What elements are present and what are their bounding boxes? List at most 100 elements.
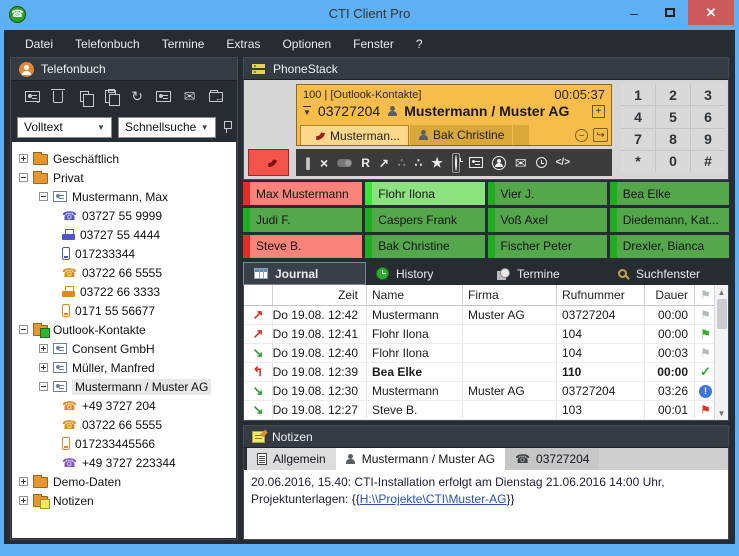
dropdown-caret-icon[interactable]: ▼ <box>303 106 311 117</box>
journal-row[interactable]: Do 19.08. 12:30 Mustermann Muster AG 037… <box>244 382 728 401</box>
scroll-down-icon[interactable]: ▼ <box>718 406 726 420</box>
tree-item-notizen[interactable]: Notizen <box>12 491 236 510</box>
menu-extras[interactable]: Extras <box>215 32 271 56</box>
speed-dial-caspers-frank[interactable]: Caspers Frank <box>365 208 484 231</box>
tree-item-mueller-manfred[interactable]: Müller, Manfred <box>12 358 236 377</box>
menu-datei[interactable]: Datei <box>14 32 64 56</box>
tree-item-number[interactable]: 03722 66 5555 <box>12 263 236 282</box>
column-firma[interactable]: Firma <box>462 285 556 305</box>
red-flag-icon[interactable] <box>700 403 711 417</box>
speed-dial-max-mustermann[interactable]: Max Mustermann <box>243 182 362 205</box>
tree-item-number[interactable]: +49 3727 204 <box>12 396 236 415</box>
toggle-icon[interactable] <box>337 159 352 167</box>
gray-flag-icon[interactable] <box>700 308 711 322</box>
journal-row[interactable]: Do 19.08. 12:39 Bea Elke 110 00:00 <box>244 363 728 382</box>
dialpad-key-5[interactable]: 5 <box>656 106 690 127</box>
expand-icon[interactable] <box>39 363 48 372</box>
end-call-icon[interactable]: × <box>320 156 328 170</box>
call-tab-bak-christine[interactable]: Bak Christine <box>410 125 512 145</box>
tree-item-number[interactable]: +49 3727 223344 <box>12 453 236 472</box>
tree-item-number[interactable]: 03722 66 5555 <box>12 415 236 434</box>
column-name[interactable]: Name <box>366 285 462 305</box>
fulltext-select[interactable]: Volltext▼ <box>17 117 112 138</box>
speed-dial-drexler-bianca[interactable]: Drexler, Bianca <box>610 235 729 258</box>
tree-item-number[interactable]: 017233445566 <box>12 434 236 453</box>
history-clock-icon[interactable] <box>536 157 547 168</box>
contact-card-icon[interactable] <box>469 157 483 168</box>
journal-header-row[interactable]: Zeit Name Firma Rufnummer Dauer <box>244 285 728 306</box>
transfer-icon[interactable]: ↗ <box>379 157 389 169</box>
notes-text-area[interactable]: 20.06.2016, 15.40: CTI-Installation erfo… <box>243 470 729 540</box>
expand-icon[interactable] <box>19 477 28 486</box>
dialpad-key-9[interactable]: 9 <box>691 129 725 150</box>
column-zeit[interactable]: Zeit <box>272 285 366 305</box>
hangup-button[interactable] <box>248 149 289 176</box>
paste-icon[interactable] <box>102 88 120 106</box>
speed-dial-judi-f[interactable]: Judi F. <box>243 208 362 231</box>
tree-item-outlook-kontakte[interactable]: Outlook-Kontakte <box>12 320 236 339</box>
collapse-icon[interactable] <box>19 325 28 334</box>
dialpad-key-star[interactable]: * <box>621 151 655 172</box>
check-icon[interactable] <box>700 364 711 380</box>
scrollbar-thumb[interactable] <box>717 299 727 329</box>
column-dauer[interactable]: Dauer <box>644 285 694 305</box>
speed-dial-bea-elke[interactable]: Bea Elke <box>610 182 729 205</box>
tree-item-number[interactable]: 03722 66 3333 <box>12 282 236 301</box>
dialpad-key-8[interactable]: 8 <box>656 129 690 150</box>
expand-icon[interactable] <box>19 496 28 505</box>
forward-icon[interactable]: ↪ <box>593 128 608 142</box>
favorite-icon[interactable]: ★ <box>431 156 443 169</box>
dialpad-key-7[interactable]: 7 <box>621 129 655 150</box>
journal-row[interactable]: Do 19.08. 12:27 Steve B. 103 00:01 <box>244 401 728 420</box>
menu-termine[interactable]: Termine <box>151 32 216 56</box>
notes-tab-number[interactable]: 03727204 <box>505 448 599 470</box>
menu-help[interactable]: ? <box>405 32 434 56</box>
tree-item-mustermann-muster-ag[interactable]: Mustermann / Muster AG <box>12 377 236 396</box>
speed-dial-bak-christine[interactable]: Bak Christine <box>365 235 484 258</box>
collapse-icon[interactable] <box>39 382 48 391</box>
dialpad-key-3[interactable]: 3 <box>691 84 725 105</box>
tree-item-number[interactable]: 03727 55 9999 <box>12 206 236 225</box>
person-circle-icon[interactable] <box>492 156 506 170</box>
dialpad-key-0[interactable]: 0 <box>656 151 690 172</box>
code-icon[interactable]: </> <box>556 158 570 168</box>
journal-scrollbar[interactable]: ▲ ▼ <box>714 285 728 420</box>
journal-row[interactable]: Do 19.08. 12:41 Flohr Ilona 104 00:00 <box>244 325 728 344</box>
dialpad-key-4[interactable]: 4 <box>621 106 655 127</box>
speed-dial-flohr-ilona[interactable]: Flohr Ilona <box>365 182 484 205</box>
notes-tab-allgemein[interactable]: Allgemein <box>247 448 336 470</box>
scroll-up-icon[interactable]: ▲ <box>718 285 726 299</box>
dialpad-key-2[interactable]: 2 <box>656 84 690 105</box>
add-party-icon[interactable]: ∴ <box>398 157 406 169</box>
column-flag[interactable] <box>694 285 716 305</box>
green-flag-icon[interactable] <box>700 327 711 341</box>
copy-icon[interactable] <box>76 88 94 106</box>
menu-optionen[interactable]: Optionen <box>271 32 342 56</box>
pin-icon[interactable] <box>222 120 231 134</box>
minimize-button[interactable]: – <box>616 0 652 25</box>
menu-fenster[interactable]: Fenster <box>342 32 405 56</box>
tree-item-number[interactable]: 03727 55 4444 <box>12 225 236 244</box>
speed-dial-vier-j[interactable]: Vier J. <box>488 182 607 205</box>
speed-dial-voss-axel[interactable]: Voß Axel <box>488 208 607 231</box>
tree-item-number[interactable]: 0171 55 56677 <box>12 301 236 320</box>
tree-item-geschaeftlich[interactable]: Geschäftlich <box>12 149 236 168</box>
active-call-card[interactable]: 100 | [Outlook-Kontakte] 00:05:37 ▼ 0372… <box>296 84 612 146</box>
expand-icon[interactable] <box>19 154 28 163</box>
column-rufnummer[interactable]: Rufnummer <box>556 285 644 305</box>
add-contact-icon[interactable] <box>23 88 41 106</box>
close-button[interactable]: ✕ <box>688 0 734 25</box>
conference-icon[interactable]: ∴ <box>415 157 423 169</box>
project-path-link[interactable]: H:\\Projekte\CTI\Muster-AG <box>360 492 507 506</box>
tab-history[interactable]: History <box>366 262 487 285</box>
speed-dial-fischer-peter[interactable]: Fischer Peter <box>488 235 607 258</box>
redial-icon[interactable]: R <box>361 157 370 169</box>
collapse-icon[interactable] <box>19 173 28 182</box>
gray-flag-icon[interactable] <box>700 346 711 360</box>
dialpad-key-1[interactable]: 1 <box>621 84 655 105</box>
expand-icon[interactable] <box>39 344 48 353</box>
call-tab-mustermann[interactable]: Musterman... <box>300 125 409 145</box>
tree-item-number[interactable]: 017233344 <box>12 244 236 263</box>
tree-item-demo-daten[interactable]: Demo-Daten <box>12 472 236 491</box>
email-icon[interactable]: ✉ <box>181 88 199 106</box>
